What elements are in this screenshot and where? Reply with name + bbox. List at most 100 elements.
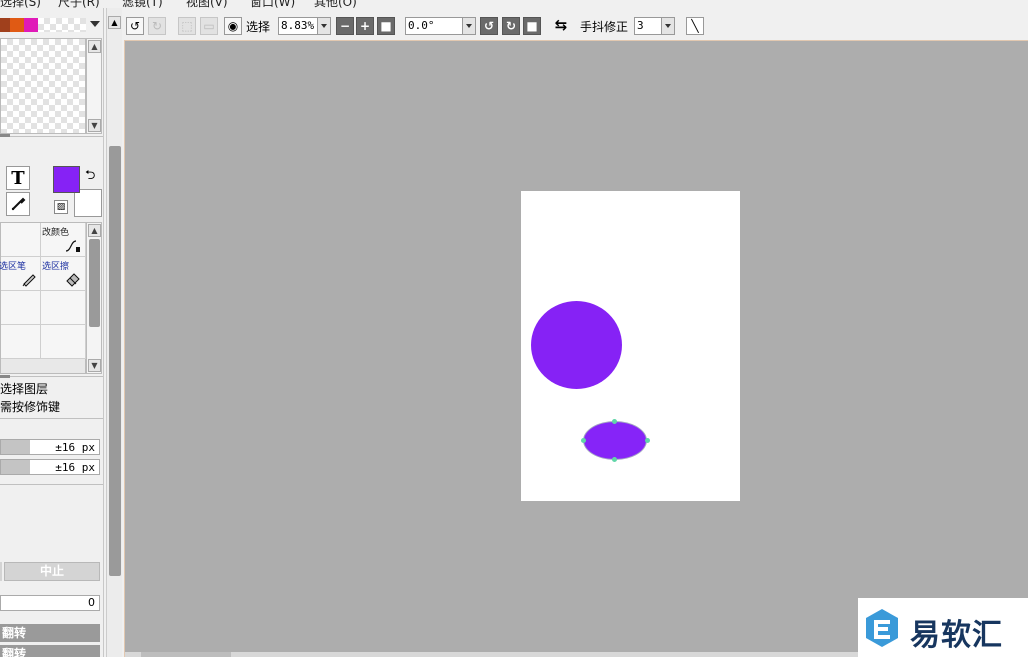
resize-handle[interactable]	[0, 134, 10, 137]
menu-view[interactable]: 视图(V)	[186, 0, 228, 8]
scroll-up-icon[interactable]: ▲	[108, 16, 121, 29]
select-toggle-label[interactable]: 选择	[246, 18, 270, 35]
brush-scrollbar[interactable]: ▲ ▼	[86, 222, 102, 374]
rotation-field[interactable]: 0.0°	[405, 17, 463, 35]
eraser-icon	[66, 273, 80, 287]
rotate-ccw-button[interactable]: ↺	[480, 17, 498, 35]
brush-cell[interactable]	[41, 325, 86, 359]
stabilizer-label: 手抖修正	[580, 20, 629, 34]
scroll-down-icon[interactable]: ▼	[88, 119, 101, 132]
selection-handle[interactable]	[581, 438, 586, 443]
rotate-cw-button[interactable]: ↻	[502, 17, 520, 35]
size-slider-1[interactable]: ±16 px	[0, 439, 100, 455]
button-edge	[0, 562, 2, 581]
background-color[interactable]	[74, 189, 102, 217]
selection-handle[interactable]	[612, 419, 617, 424]
brush-cell[interactable]	[1, 223, 41, 257]
brush-cell[interactable]	[41, 291, 86, 325]
undo-button[interactable]: ↺	[126, 17, 144, 35]
swap-colors-icon[interactable]: ⮌	[85, 166, 95, 188]
slider-value: ±16 px	[55, 461, 95, 474]
deselect-button[interactable]: ⬚	[178, 17, 196, 35]
zoom-field[interactable]: 8.83%	[278, 17, 318, 35]
brush-cell-selection-eraser[interactable]: 选区擦	[41, 257, 86, 291]
swatch-empty[interactable]	[38, 18, 86, 32]
slider-value: ±16 px	[55, 441, 95, 454]
divider	[0, 376, 103, 377]
swatch-brown[interactable]	[0, 18, 10, 32]
text-tool-button[interactable]: T	[6, 166, 30, 190]
flip-view-icon[interactable]: ⇆	[552, 17, 570, 35]
selection-handle[interactable]	[645, 438, 650, 443]
modifier-key-option[interactable]: 需按修饰键	[0, 398, 60, 415]
swatch-dropdown-icon[interactable]	[90, 21, 100, 27]
invert-selection-button[interactable]: ▭	[200, 17, 218, 35]
canvas-workspace[interactable]	[124, 40, 1028, 657]
zoom-out-button[interactable]: −	[336, 17, 354, 35]
zoom-in-button[interactable]: +	[356, 17, 374, 35]
menu-ruler[interactable]: 尺子(R)	[58, 0, 100, 8]
watermark: 易软汇	[858, 598, 1028, 657]
foreground-color[interactable]	[53, 166, 80, 193]
curve-icon	[65, 240, 80, 252]
brush-cell[interactable]	[1, 325, 41, 359]
swatch-grid[interactable]	[0, 38, 86, 134]
menu-bar: 选择(S) 尺子(R) 滤镜(T) 视图(V) 窗口(W) 其他(O)	[0, 0, 1028, 8]
swatch-row	[0, 18, 86, 34]
eyedropper-icon	[11, 197, 26, 211]
purple-ellipse-selected[interactable]	[583, 421, 647, 460]
scroll-thumb[interactable]	[109, 146, 121, 576]
divider	[0, 136, 103, 137]
rotation-dropdown-icon[interactable]	[462, 17, 476, 35]
swatch-scrollbar[interactable]: ▲ ▼	[86, 38, 102, 134]
scroll-down-icon[interactable]: ▼	[88, 359, 101, 372]
number-field[interactable]: 0	[0, 595, 100, 611]
brush-cell-selection-pen[interactable]: 选区笔	[0, 257, 41, 291]
panel-scrollbar[interactable]: ▲	[106, 8, 122, 657]
text-tool-label: T	[11, 167, 25, 189]
resize-handle[interactable]	[0, 375, 10, 378]
menu-filter[interactable]: 滤镜(T)	[122, 0, 163, 8]
stop-button[interactable]: 中止	[4, 562, 100, 581]
scroll-thumb[interactable]	[89, 239, 100, 327]
swatch-orange[interactable]	[10, 18, 24, 32]
zoom-reset-button[interactable]: ■	[377, 17, 395, 35]
slider-fill	[1, 440, 31, 454]
menu-select[interactable]: 选择(S)	[0, 0, 41, 8]
logo-icon	[866, 609, 898, 647]
purple-circle	[531, 301, 622, 389]
watermark-text: 易软汇	[910, 618, 1003, 653]
select-layer-option[interactable]: 选择图层	[0, 380, 48, 397]
brush-label: 改颜色	[42, 228, 70, 238]
divider	[0, 418, 103, 419]
selection-handle[interactable]	[612, 457, 617, 462]
redo-button[interactable]: ↻	[148, 17, 166, 35]
divider	[0, 484, 103, 485]
swatch-magenta[interactable]	[24, 18, 38, 32]
slider-fill	[1, 460, 31, 474]
scroll-up-icon[interactable]: ▲	[88, 224, 101, 237]
canvas-paper[interactable]	[521, 191, 740, 501]
menu-other[interactable]: 其他(O)	[314, 0, 357, 8]
horizontal-scrollbar[interactable]	[125, 652, 865, 657]
brush-cell[interactable]	[1, 291, 41, 325]
transparent-color-icon[interactable]: ▨	[54, 200, 68, 214]
rotation-reset-button[interactable]: ■	[523, 17, 541, 35]
line-tool-icon[interactable]: ╲	[686, 17, 704, 35]
flip-horizontal-button[interactable]: 翻转	[0, 624, 100, 642]
toolbar: ↺ ↻ ⬚ ▭ ◉ 选择 8.83% − + ■ 0.0° ↺ ↻ ■ ⇆ 手抖…	[124, 14, 1028, 38]
stabilizer-dropdown-icon[interactable]	[661, 17, 675, 35]
pen-icon	[22, 274, 36, 287]
eyedropper-button[interactable]	[6, 192, 30, 216]
size-slider-2[interactable]: ±16 px	[0, 459, 100, 475]
scroll-thumb[interactable]	[141, 652, 231, 657]
brush-grid: 改颜色 选区笔 选区擦	[0, 222, 86, 374]
zoom-dropdown-icon[interactable]	[317, 17, 331, 35]
brush-cell-recolor[interactable]: 改颜色	[41, 223, 86, 257]
eye-icon[interactable]: ◉	[224, 17, 242, 35]
left-panel: ▲ ▼ T ⮌ ▨ 改颜色 选区笔 选区擦 ▲ ▼ 选择图层 需按修饰键 ±16…	[0, 8, 104, 657]
flip-vertical-button[interactable]: 翻转	[0, 645, 100, 657]
stabilizer-field[interactable]: 3	[634, 17, 662, 35]
scroll-up-icon[interactable]: ▲	[88, 40, 101, 53]
menu-window[interactable]: 窗口(W)	[250, 0, 295, 8]
